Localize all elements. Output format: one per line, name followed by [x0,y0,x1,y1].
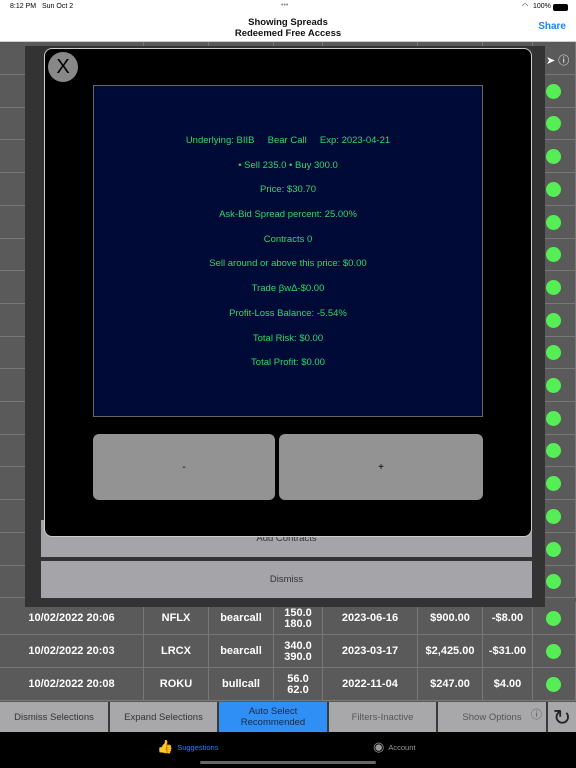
status-dot[interactable] [546,611,561,626]
decrease-contracts-button[interactable]: - [93,434,275,500]
dismiss-button[interactable]: Dismiss [41,561,532,598]
info-profit-loss: Profit-Loss Balance: -5.54% [229,307,347,319]
cell-strikes: 340.0 390.0 [274,635,323,668]
status-dot[interactable] [546,83,561,99]
strike-value: 340.0 [284,639,312,652]
status-dot[interactable] [546,378,561,393]
spread-info-panel: Underlying: BIIB Bear Call Exp: 2023-04-… [93,85,483,417]
auto-select-button[interactable]: Auto Select Recommended [219,702,327,732]
nav-title: Showing Spreads [248,17,328,28]
status-dot[interactable] [546,181,561,197]
close-button[interactable]: X [48,52,78,82]
show-options-button[interactable]: Show Options ⓘ [438,702,546,732]
share-button[interactable]: Share [538,21,566,32]
info-underlying: Underlying: BIIB Bear Call Exp: 2023-04-… [185,135,391,146]
info-spread-percent: Ask-Bid Spread percent: 25.00% [219,209,357,221]
cell-profit: $4.00 [483,668,533,701]
multitask-dots[interactable]: ••• [281,2,288,9]
status-dot[interactable] [546,149,561,165]
info-price: Price: $30.70 [260,184,316,196]
strike-value: 150.0 [284,606,312,619]
tab-suggestions[interactable]: 👍 Suggestions [157,739,218,755]
cell-type: bullcall [209,668,274,701]
nav-subtitle: Redeemed Free Access [234,28,342,39]
cell-exp: 2022-11-04 [323,668,418,701]
battery-icon [553,4,568,11]
info-trade-delta: Trade βwΔ-$0.00 [251,283,325,295]
status-dot[interactable] [546,410,561,426]
status-dot[interactable] [546,476,561,492]
status-date: Sun Oct 2 [42,3,74,10]
info-total-risk: Total Risk: $0.00 [252,332,324,344]
show-options-label: Show Options [462,711,522,723]
status-dot[interactable] [546,541,561,557]
bottom-toolbar: Dismiss Selections Expand Selections Aut… [0,702,576,732]
strike-value: 62.0 [287,683,309,696]
info-total-profit: Total Profit: $0.00 [251,357,325,369]
cell-symbol: LRCX [144,635,209,668]
expand-selections-button[interactable]: Expand Selections [110,702,217,732]
status-dot[interactable] [546,508,561,524]
filters-button[interactable]: Filters-Inactive [329,702,436,732]
wifi-icon: ◠ [522,3,529,10]
status-dot[interactable] [546,279,561,295]
info-legs: • Sell 235.0 • Buy 300.0 [238,159,338,171]
cell-type: bearcall [209,635,274,668]
strike-value: 180.0 [284,617,312,630]
cell-risk: $2,425.00 [418,635,483,668]
strike-value: 390.0 [284,650,312,663]
status-dot[interactable] [546,677,561,692]
thumbs-up-icon: 👍 [157,739,174,754]
increase-contracts-button[interactable]: + [279,434,483,500]
tab-account-label: Account [388,742,416,752]
battery-percent: 100% [533,3,551,10]
table-row[interactable]: 10/02/2022 20:08 ROKU bullcall 56.0 62.0 2022… [0,668,576,701]
home-indicator [200,761,376,764]
table-row[interactable]: 10/02/2022 20:03 LRCX bearcall 340.0 390.0 20… [0,635,576,668]
nav-bar: Showing Spreads Redeemed Free Access Sha… [0,14,576,42]
refresh-icon[interactable]: ↻ [548,702,576,732]
cell-risk: $247.00 [418,668,483,701]
status-dot[interactable] [546,312,561,328]
cell-symbol: ROKU [144,668,209,701]
status-dot[interactable] [546,644,561,659]
tab-suggestions-label: Suggestions [177,742,219,752]
cell-date: 10/02/2022 20:03 [0,635,144,668]
status-dot[interactable] [546,214,561,230]
status-bar: 8:12 PM Sun Oct 2 ••• ◠ 100% [0,0,576,14]
account-icon: ◉ [373,739,385,754]
cell-profit: -$31.00 [483,635,533,668]
info-sell-price: Sell around or above this price: $0.00 [209,258,367,270]
strike-value: 56.0 [287,672,309,685]
dismiss-selections-button[interactable]: Dismiss Selections [0,702,108,732]
cell-strikes: 56.0 62.0 [274,668,323,701]
pointer-info-icon[interactable]: ➤ ⓘ [546,52,569,68]
info-contracts: Contracts 0 [263,233,313,245]
tab-account[interactable]: ◉ Account [373,739,415,755]
cell-exp: 2023-03-17 [323,635,418,668]
info-icon[interactable]: ⓘ [531,710,542,721]
cell-date: 10/02/2022 20:08 [0,668,144,701]
status-time: 8:12 PM [10,3,37,10]
